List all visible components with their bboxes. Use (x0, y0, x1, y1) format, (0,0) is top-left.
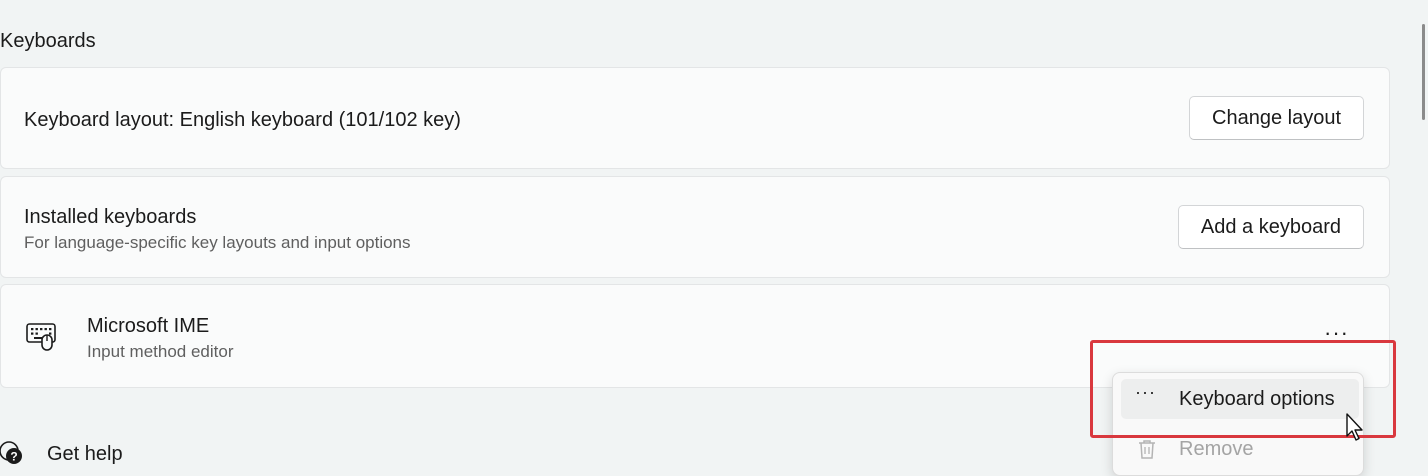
more-options-button[interactable]: ··· (1324, 322, 1349, 344)
trash-icon (1139, 440, 1155, 459)
ime-title: Microsoft IME (87, 315, 210, 337)
svg-text:?: ? (10, 450, 17, 464)
installed-keyboards-card: Installed keyboards For language-specifi… (0, 176, 1390, 278)
installed-keyboards-subtitle: For language-specific key layouts and in… (24, 233, 411, 252)
scrollbar[interactable] (1422, 24, 1425, 120)
section-title: Keyboards (0, 30, 96, 52)
get-help-label: Get help (47, 443, 123, 465)
help-icon: ? (0, 441, 22, 464)
installed-keyboards-title: Installed keyboards (24, 206, 197, 228)
keyboard-layout-label: Keyboard layout: English keyboard (101/1… (24, 109, 461, 131)
add-keyboard-button[interactable]: Add a keyboard (1177, 205, 1364, 249)
menu-item-label: Remove (1179, 438, 1254, 460)
mouse-pointer-icon (1346, 413, 1363, 441)
keyboard-layout-card: Keyboard layout: English keyboard (101/1… (0, 67, 1390, 169)
keyboard-icon (26, 323, 56, 351)
ime-subtitle: Input method editor (87, 342, 234, 361)
change-layout-button[interactable]: Change layout (1189, 96, 1364, 140)
